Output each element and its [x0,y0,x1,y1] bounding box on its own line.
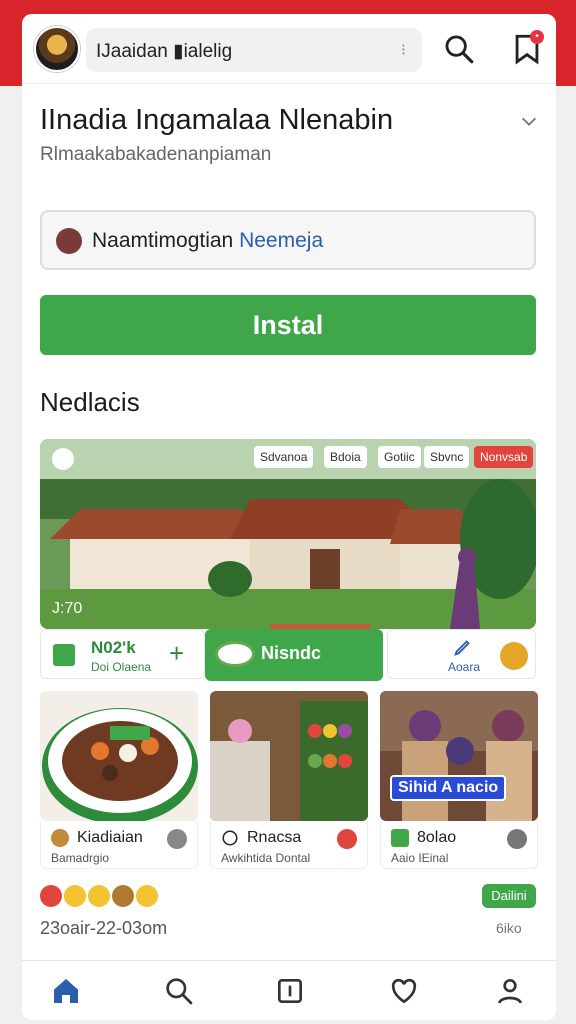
community-field[interactable]: Naamtimogtian Neemeja [40,210,536,270]
card-title: 8olao [417,829,457,846]
card-subtitle: Aaio IEinal [391,851,449,865]
action-label: Aoara [448,660,481,674]
action-card[interactable]: Aoara [387,629,536,679]
reaction-icon[interactable] [88,884,110,907]
action-label: N02'k [91,638,136,657]
heart-icon[interactable] [388,975,420,1007]
featured-action-label: Nisndc [261,643,322,663]
chat-bubble-icon[interactable] [507,829,527,849]
chat-icon [222,830,238,846]
action-sub: Doi Olaena [91,660,152,674]
app-card: IJaaidan ▮ialelig ⁝ • IInadia Ingamalaa … [22,14,556,1020]
plus-icon[interactable]: + [169,638,184,669]
field-text: Naamtimogtian [92,229,234,252]
action-row: N02'k Doi Olaena + Nisndc Aoara [40,629,536,681]
pen-icon [454,640,470,656]
chef-icon [51,829,69,847]
notification-badge: • [530,30,544,44]
card-meta: Rnacsa Awkihtida Dontal [210,821,368,869]
select-check-icon[interactable] [52,448,74,470]
top-bar: IJaaidan ▮ialelig ⁝ • [22,14,556,84]
coin-icon [500,642,528,670]
check-icon[interactable] [167,829,187,849]
card-title: Kiadiaian [77,829,143,846]
card-meta: 8olao Aaio IEinal [380,821,538,869]
status-pill[interactable]: Dailini [482,884,536,908]
list-item[interactable]: Rnacsa Awkihtida Dontal [210,691,368,869]
profile-icon[interactable] [494,975,526,1007]
bottom-nav [22,960,556,1020]
install-button[interactable]: Instal [40,295,536,355]
hero-chip[interactable]: Bdoia [324,446,367,468]
card-subtitle: Bamadrgio [51,851,110,865]
plate-icon [215,641,255,667]
reaction-icon[interactable] [112,884,134,907]
featured-action-button[interactable]: Nisndc [205,629,383,681]
record-icon[interactable] [337,829,357,849]
market-image [210,691,368,821]
home-icon[interactable] [50,975,82,1007]
hero-chip[interactable]: Sdvanoa [254,446,314,468]
hero-chip[interactable]: Gotiic [378,446,421,468]
post-count: 6iko [496,920,522,936]
hero-chip[interactable]: Nonvsab [474,446,534,468]
card-title: Rnacsa [247,829,302,846]
food-image [40,691,198,821]
people-image [380,691,538,821]
list-item[interactable]: Kiadiaian Bamadrgio [40,691,198,869]
image-counter: J:70 [52,600,83,617]
search-input[interactable]: IJaaidan ▮ialelig ⁝ [86,28,422,72]
reaction-row[interactable] [40,884,160,907]
list-item[interactable]: Sihid A nacio 8olao Aaio IEinal [380,691,538,869]
search-icon[interactable] [442,32,476,66]
avatar[interactable] [34,26,80,72]
reaction-icon[interactable] [136,884,158,907]
app-subtitle: Rlmaakabakadenanpiaman [40,144,272,165]
field-text-accent: Neemeja [239,229,324,252]
mic-icon[interactable]: ⁝ [401,40,406,60]
list-icon [391,829,409,847]
community-icon [56,228,82,254]
card-meta: Kiadiaian Bamadrgio [40,821,198,869]
section-title: Nedlacis [40,387,140,417]
hero-chip[interactable]: Sbvnc [424,446,470,468]
post-date: 23oair-22-03om [40,918,168,938]
search-text: IJaaidan ▮ialelig [96,41,233,62]
plus-square-icon[interactable] [274,975,306,1007]
card-subtitle: Awkihtida Dontal [221,851,311,865]
card-grid: Kiadiaian Bamadrgio Rnacsa Awkihtida Don… [40,691,538,871]
reaction-icon[interactable] [40,884,62,907]
card-badge: Sihid A nacio [390,775,507,801]
app-title: IInadia Ingamalaa Nlenabin [40,104,394,136]
chevron-down-icon[interactable] [518,110,540,132]
tag-icon [53,644,75,666]
search-nav-icon[interactable] [163,975,195,1007]
reaction-icon[interactable] [64,884,86,907]
action-card[interactable]: N02'k Doi Olaena + [40,629,205,679]
